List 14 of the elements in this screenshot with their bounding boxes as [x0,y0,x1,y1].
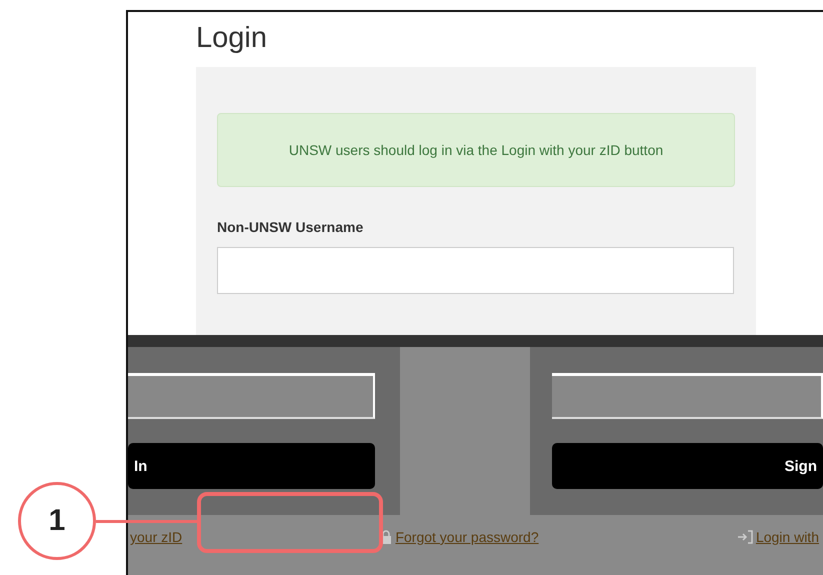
lock-icon [380,530,392,544]
info-notice: UNSW users should log in via the Login with your zID button [217,113,735,187]
sign-in-button[interactable]: Sign [552,443,823,489]
username-field[interactable] [217,247,734,294]
login-button[interactable]: In [128,443,375,489]
input-field[interactable] [552,373,823,419]
text-link[interactable]: Forgot your password? [380,529,539,545]
input-field[interactable] [128,373,375,419]
text-link[interactable]: your zID [130,529,182,545]
sign-in-icon [736,530,753,544]
username-label: Non-UNSW Username [217,219,364,235]
page-title: Login [196,22,268,55]
callout-number: 1 [18,482,96,560]
text-link[interactable]: Login with [736,529,819,545]
